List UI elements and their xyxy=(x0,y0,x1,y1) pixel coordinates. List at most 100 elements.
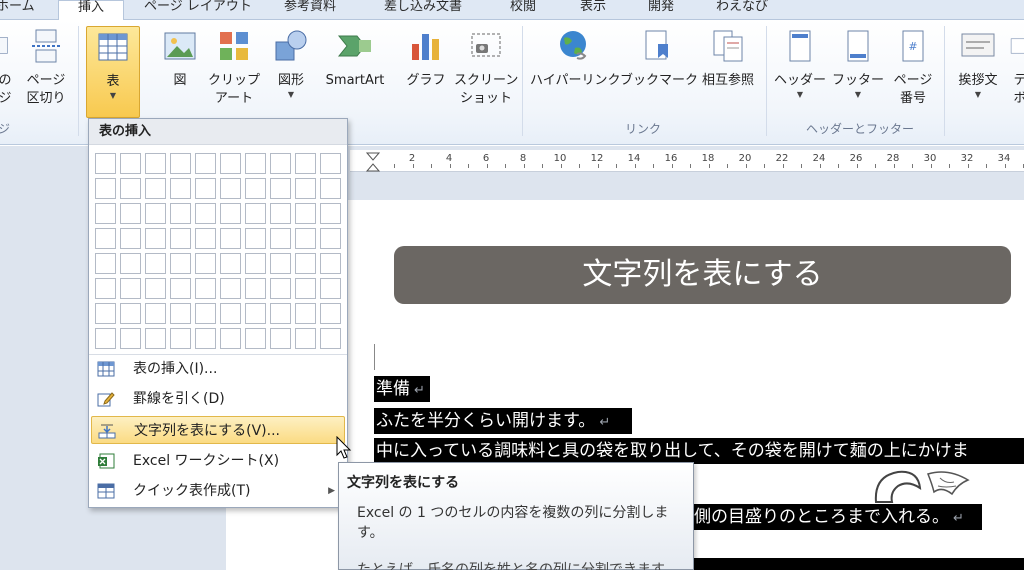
picture-button[interactable]: 図 xyxy=(158,28,202,90)
tab-mailings[interactable]: 差し込み文書 xyxy=(384,0,484,20)
table-grid-cell[interactable] xyxy=(120,328,141,349)
insert-table-menu-item[interactable]: 表の挿入(I)... xyxy=(91,355,345,383)
table-grid-cell[interactable] xyxy=(320,203,341,224)
excel-worksheet-menu-item[interactable]: Excel ワークシート(X) xyxy=(91,447,345,475)
table-grid-cell[interactable] xyxy=(145,203,166,224)
page-break-button[interactable]: ページ 区切り xyxy=(22,28,70,108)
hyperlink-button[interactable]: ハイパーリンク xyxy=(530,28,620,90)
table-grid-cell[interactable] xyxy=(120,253,141,274)
tab-references[interactable]: 参考資料 xyxy=(284,0,354,20)
table-grid-cell[interactable] xyxy=(245,153,266,174)
table-grid-cell[interactable] xyxy=(170,278,191,299)
screenshot-button[interactable]: スクリーン ショット xyxy=(454,28,518,108)
table-grid-cell[interactable] xyxy=(220,303,241,324)
document-line[interactable]: 側の目盛りのところまで入れる。 ↵ xyxy=(692,504,982,530)
document-line[interactable] xyxy=(694,558,1024,570)
table-grid-cell[interactable] xyxy=(170,228,191,249)
table-grid-cell[interactable] xyxy=(295,228,316,249)
table-grid-cell[interactable] xyxy=(170,178,191,199)
table-grid-cell[interactable] xyxy=(195,153,216,174)
table-grid-cell[interactable] xyxy=(295,278,316,299)
quick-tables-menu-item[interactable]: クイック表作成(T) ▶ xyxy=(91,477,345,505)
table-grid-cell[interactable] xyxy=(320,178,341,199)
smartart-button[interactable]: SmartArt xyxy=(320,28,390,90)
table-grid-cell[interactable] xyxy=(95,328,116,349)
table-grid-cell[interactable] xyxy=(95,178,116,199)
table-grid-cell[interactable] xyxy=(295,328,316,349)
table-grid-cell[interactable] xyxy=(95,228,116,249)
table-grid-cell[interactable] xyxy=(145,228,166,249)
table-grid-cell[interactable] xyxy=(195,203,216,224)
table-grid-cell[interactable] xyxy=(170,328,191,349)
table-grid-cell[interactable] xyxy=(95,153,116,174)
table-grid-cell[interactable] xyxy=(270,303,291,324)
tab-page-layout[interactable]: ページ レイアウト xyxy=(144,0,264,20)
header-button[interactable]: ヘッダー ▼ xyxy=(772,28,828,100)
table-grid-cell[interactable] xyxy=(270,203,291,224)
table-grid-cell[interactable] xyxy=(220,228,241,249)
table-grid-cell[interactable] xyxy=(120,178,141,199)
table-grid-cell[interactable] xyxy=(195,178,216,199)
document-line[interactable]: ふたを半分くらい開けます。 ↵ xyxy=(374,408,632,434)
clipart-button[interactable]: クリップ アート xyxy=(208,28,260,108)
table-grid-cell[interactable] xyxy=(195,228,216,249)
table-grid-cell[interactable] xyxy=(245,178,266,199)
indent-marker-icon[interactable] xyxy=(366,152,380,172)
chart-button[interactable]: グラフ xyxy=(402,28,450,90)
table-grid-cell[interactable] xyxy=(170,203,191,224)
table-grid-cell[interactable] xyxy=(320,153,341,174)
table-grid-cell[interactable] xyxy=(170,253,191,274)
table-grid-cell[interactable] xyxy=(145,303,166,324)
table-grid-cell[interactable] xyxy=(145,178,166,199)
page-number-button[interactable]: # ページ 番号 xyxy=(888,28,938,108)
table-grid-cell[interactable] xyxy=(145,328,166,349)
table-grid-cell[interactable] xyxy=(95,203,116,224)
table-grid-cell[interactable] xyxy=(220,278,241,299)
table-grid-cell[interactable] xyxy=(220,153,241,174)
table-grid-cell[interactable] xyxy=(270,178,291,199)
page-partial-button[interactable]: の ジ xyxy=(0,28,16,108)
table-grid-cell[interactable] xyxy=(95,253,116,274)
table-grid-cell[interactable] xyxy=(120,278,141,299)
tab-developer[interactable]: 開発 xyxy=(648,0,688,20)
bookmark-button[interactable]: ブックマーク xyxy=(620,28,698,90)
footer-button[interactable]: フッター ▼ xyxy=(830,28,886,100)
table-grid-cell[interactable] xyxy=(270,278,291,299)
table-grid-cell[interactable] xyxy=(195,278,216,299)
table-grid-cell[interactable] xyxy=(245,228,266,249)
table-grid-cell[interactable] xyxy=(245,253,266,274)
table-grid-cell[interactable] xyxy=(95,278,116,299)
table-grid-cell[interactable] xyxy=(120,203,141,224)
table-grid-cell[interactable] xyxy=(120,303,141,324)
tab-waenavi[interactable]: わえなび xyxy=(716,0,776,20)
tab-insert[interactable]: 挿入 xyxy=(58,0,124,21)
table-grid-cell[interactable] xyxy=(220,178,241,199)
table-grid-cell[interactable] xyxy=(295,178,316,199)
table-grid-cell[interactable] xyxy=(270,253,291,274)
draw-table-menu-item[interactable]: 罫線を引く(D) xyxy=(91,385,345,413)
table-grid-cell[interactable] xyxy=(120,153,141,174)
table-grid-cell[interactable] xyxy=(270,328,291,349)
table-grid-cell[interactable] xyxy=(220,328,241,349)
table-grid-cell[interactable] xyxy=(245,303,266,324)
table-grid-cell[interactable] xyxy=(170,303,191,324)
table-grid-cell[interactable] xyxy=(320,303,341,324)
document-line[interactable]: 中に入っている調味料と具の袋を取り出して、その袋を開けて麺の上にかけま xyxy=(374,438,1024,464)
tab-review[interactable]: 校閲 xyxy=(510,0,550,20)
table-grid-cell[interactable] xyxy=(95,303,116,324)
tab-home[interactable]: ホーム xyxy=(0,0,56,20)
table-grid-cell[interactable] xyxy=(270,153,291,174)
table-button[interactable]: 表 ▼ xyxy=(86,26,140,118)
table-size-grid[interactable] xyxy=(95,153,345,353)
table-grid-cell[interactable] xyxy=(270,228,291,249)
table-grid-cell[interactable] xyxy=(145,153,166,174)
tab-view[interactable]: 表示 xyxy=(580,0,620,20)
cross-reference-button[interactable]: 相互参照 xyxy=(696,28,760,90)
table-grid-cell[interactable] xyxy=(145,253,166,274)
convert-text-to-table-menu-item[interactable]: 文字列を表にする(V)... xyxy=(91,416,345,444)
table-grid-cell[interactable] xyxy=(120,228,141,249)
document-line[interactable]: 準備 ↵ xyxy=(374,376,430,402)
shapes-button[interactable]: 図形 ▼ xyxy=(268,28,314,100)
table-grid-cell[interactable] xyxy=(320,228,341,249)
table-grid-cell[interactable] xyxy=(320,278,341,299)
